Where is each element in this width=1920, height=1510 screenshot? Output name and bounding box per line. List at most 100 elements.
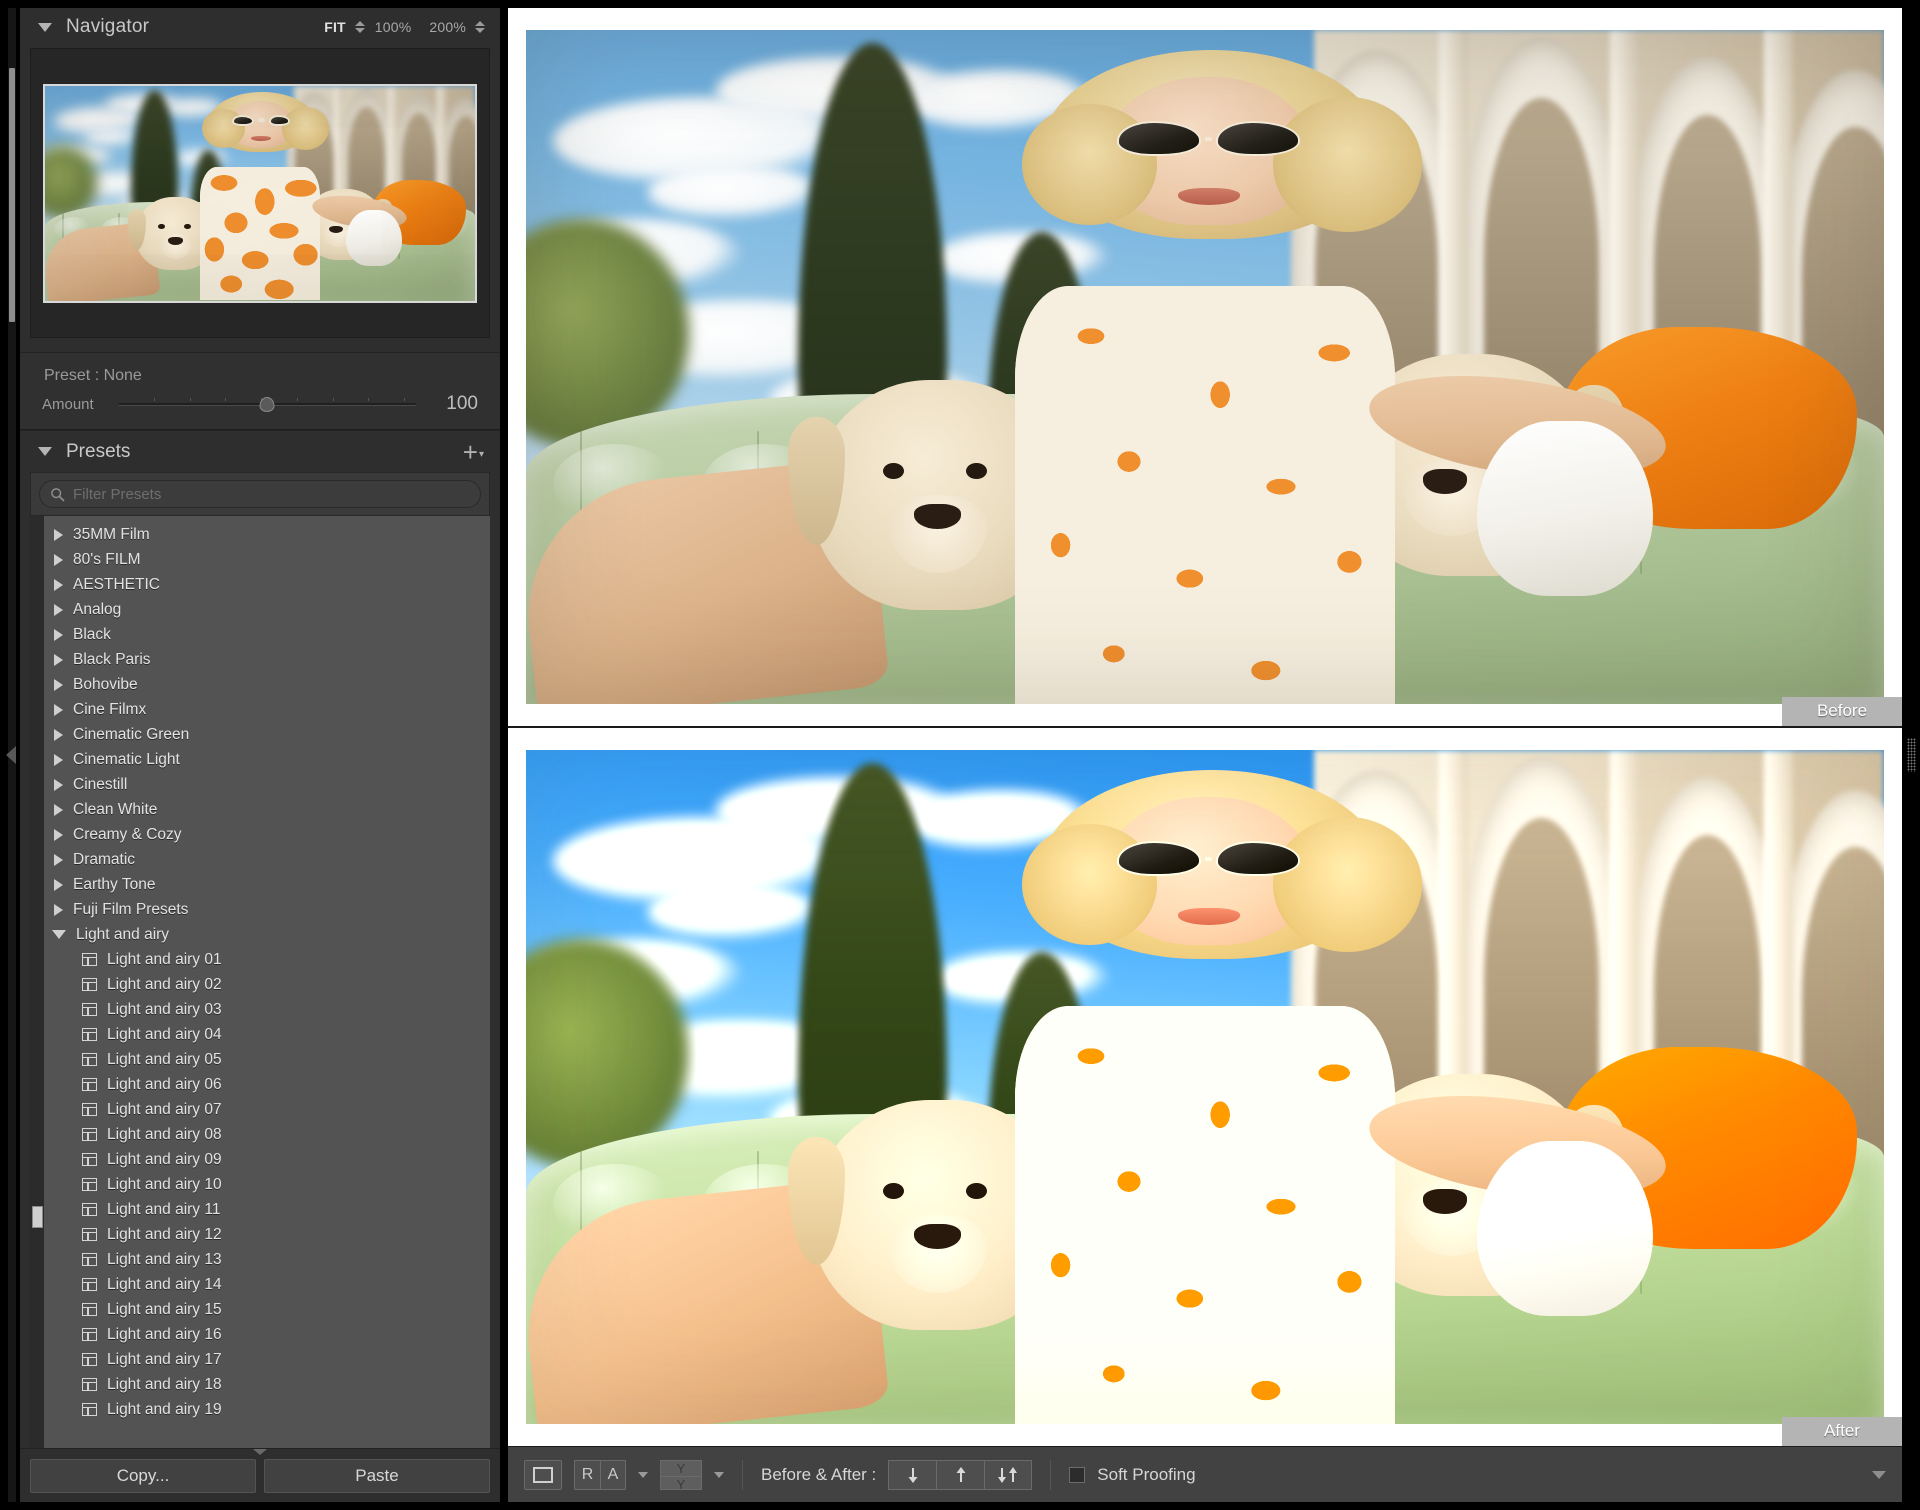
preset-item-row[interactable]: Light and airy 13 [30, 1247, 490, 1272]
triangle-right-icon[interactable] [54, 678, 63, 691]
reference-active-toggle[interactable]: R A [574, 1459, 626, 1490]
preset-group-row[interactable]: Analog [30, 597, 490, 622]
after-image[interactable] [526, 750, 1884, 1424]
chevron-down-icon-ra[interactable] [638, 1471, 648, 1478]
triangle-right-icon[interactable] [54, 803, 63, 816]
triangle-right-icon[interactable] [54, 553, 63, 566]
preset-item-row[interactable]: Light and airy 15 [30, 1297, 490, 1322]
preset-item-row[interactable]: Light and airy 17 [30, 1347, 490, 1372]
presets-tree[interactable]: 35MM Film 80's FILM AESTHETIC Analog Black Bl… [30, 516, 490, 1448]
copy-button[interactable]: Copy... [30, 1458, 256, 1493]
preset-filter-box[interactable] [39, 480, 481, 508]
preset-group-row[interactable]: AESTHETIC [30, 572, 490, 597]
preset-group-label: Black Paris [73, 650, 151, 668]
triangle-right-icon[interactable] [54, 753, 63, 766]
after-pane[interactable]: After [508, 728, 1902, 1446]
preset-item-row[interactable]: Light and airy 04 [30, 1022, 490, 1047]
preset-group-row[interactable]: Clean White [30, 797, 490, 822]
arrow-down-icon[interactable] [888, 1459, 937, 1490]
stepper-updown-icon-2[interactable] [475, 18, 486, 36]
panel-resize-grip[interactable] [253, 1449, 267, 1455]
triangle-right-icon[interactable] [54, 653, 63, 666]
preset-item-row[interactable]: Light and airy 12 [30, 1222, 490, 1247]
preset-group-row[interactable]: Fuji Film Presets [30, 897, 490, 922]
loupe-view-icon[interactable] [524, 1459, 562, 1490]
preset-group-row[interactable]: Cine Filmx [30, 697, 490, 722]
navigator-zoom-controls: FIT 100% 200% [315, 18, 486, 36]
zoom-level-100[interactable]: 100% [366, 19, 421, 35]
triangle-right-icon[interactable] [54, 878, 63, 891]
preset-group-label: Cine Filmx [73, 700, 147, 718]
before-pane[interactable]: Before [508, 8, 1902, 728]
navigator-thumbnail-area[interactable] [30, 48, 490, 338]
preset-item-row[interactable]: Light and airy 09 [30, 1147, 490, 1172]
triangle-right-icon[interactable] [54, 528, 63, 541]
search-input[interactable] [73, 485, 470, 503]
chevron-down-icon-split[interactable] [714, 1471, 724, 1478]
triangle-right-icon[interactable] [54, 703, 63, 716]
toolbar-collapse-icon[interactable] [1872, 1470, 1886, 1479]
presets-scrollbar[interactable] [30, 516, 44, 1448]
preset-group-row[interactable]: 80's FILM [30, 547, 490, 572]
presets-header[interactable]: Presets + ▾ [20, 430, 500, 472]
amount-slider[interactable] [118, 395, 416, 413]
triangle-right-icon[interactable] [54, 853, 63, 866]
add-preset-button[interactable]: + ▾ [463, 439, 484, 465]
preset-group-row[interactable]: Cinestill [30, 772, 490, 797]
preset-item-row[interactable]: Light and airy 14 [30, 1272, 490, 1297]
preset-group-row[interactable]: Cinematic Green [30, 722, 490, 747]
zoom-level-200[interactable]: 200% [420, 19, 475, 35]
preset-group-row[interactable]: Earthy Tone [30, 872, 490, 897]
preset-group-row[interactable]: 35MM Film [30, 522, 490, 547]
triangle-right-icon[interactable] [54, 603, 63, 616]
active-label[interactable]: A [600, 1460, 625, 1489]
preset-item-row[interactable]: Light and airy 16 [30, 1322, 490, 1347]
split-view-toggle[interactable]: Y Y [660, 1459, 702, 1492]
triangle-right-icon[interactable] [54, 628, 63, 641]
preset-item-row[interactable]: Light and airy 06 [30, 1072, 490, 1097]
presets-scrollbar-thumb[interactable] [32, 1205, 43, 1228]
preset-item-row[interactable]: Light and airy 19 [30, 1397, 490, 1422]
preset-group-row[interactable]: Cinematic Light [30, 747, 490, 772]
preset-item-row[interactable]: Light and airy 05 [30, 1047, 490, 1072]
preset-item-row[interactable]: Light and airy 10 [30, 1172, 490, 1197]
amount-value[interactable]: 100 [426, 393, 478, 415]
preset-file-icon [82, 1403, 97, 1416]
soft-proofing-label[interactable]: Soft Proofing [1097, 1465, 1195, 1485]
stepper-updown-icon[interactable] [354, 18, 366, 36]
preset-group-row[interactable]: Black Paris [30, 647, 490, 672]
triangle-down-icon[interactable] [52, 930, 66, 939]
preset-item-row[interactable]: Light and airy 02 [30, 972, 490, 997]
arrow-down-up-icon[interactable] [984, 1459, 1033, 1490]
preset-group-row[interactable]: Light and airy [30, 922, 490, 947]
left-panel-scrollbar-thumb[interactable] [9, 67, 15, 322]
panel-grip-icon[interactable] [1907, 738, 1916, 772]
reference-label[interactable]: R [575, 1461, 600, 1489]
soft-proofing-checkbox[interactable] [1069, 1466, 1086, 1483]
preset-group-row[interactable]: Bohovibe [30, 672, 490, 697]
triangle-right-icon[interactable] [54, 828, 63, 841]
preset-group-row[interactable]: Black [30, 622, 490, 647]
triangle-down-icon[interactable] [38, 22, 52, 32]
paste-button[interactable]: Paste [264, 1458, 490, 1493]
triangle-right-icon[interactable] [54, 728, 63, 741]
preset-group-row[interactable]: Creamy & Cozy [30, 822, 490, 847]
navigator-thumbnail[interactable] [43, 83, 477, 303]
triangle-left-icon[interactable] [6, 746, 16, 764]
preset-item-row[interactable]: Light and airy 18 [30, 1372, 490, 1397]
preset-group-row[interactable]: Dramatic [30, 847, 490, 872]
preset-item-row[interactable]: Light and airy 07 [30, 1097, 490, 1122]
before-image[interactable] [526, 30, 1884, 704]
arrow-up-icon[interactable] [936, 1459, 985, 1490]
triangle-right-icon[interactable] [54, 778, 63, 791]
triangle-right-icon[interactable] [54, 578, 63, 591]
navigator-header[interactable]: Navigator FIT 100% 200% [20, 8, 500, 46]
preset-item-row[interactable]: Light and airy 08 [30, 1122, 490, 1147]
zoom-level-fit[interactable]: FIT [315, 19, 355, 35]
triangle-down-icon-presets[interactable] [38, 447, 52, 456]
preset-item-row[interactable]: Light and airy 03 [30, 997, 490, 1022]
preset-item-row[interactable]: Light and airy 01 [30, 947, 490, 972]
amount-slider-knob[interactable] [259, 397, 275, 412]
triangle-right-icon[interactable] [54, 903, 63, 916]
preset-item-row[interactable]: Light and airy 11 [30, 1197, 490, 1222]
